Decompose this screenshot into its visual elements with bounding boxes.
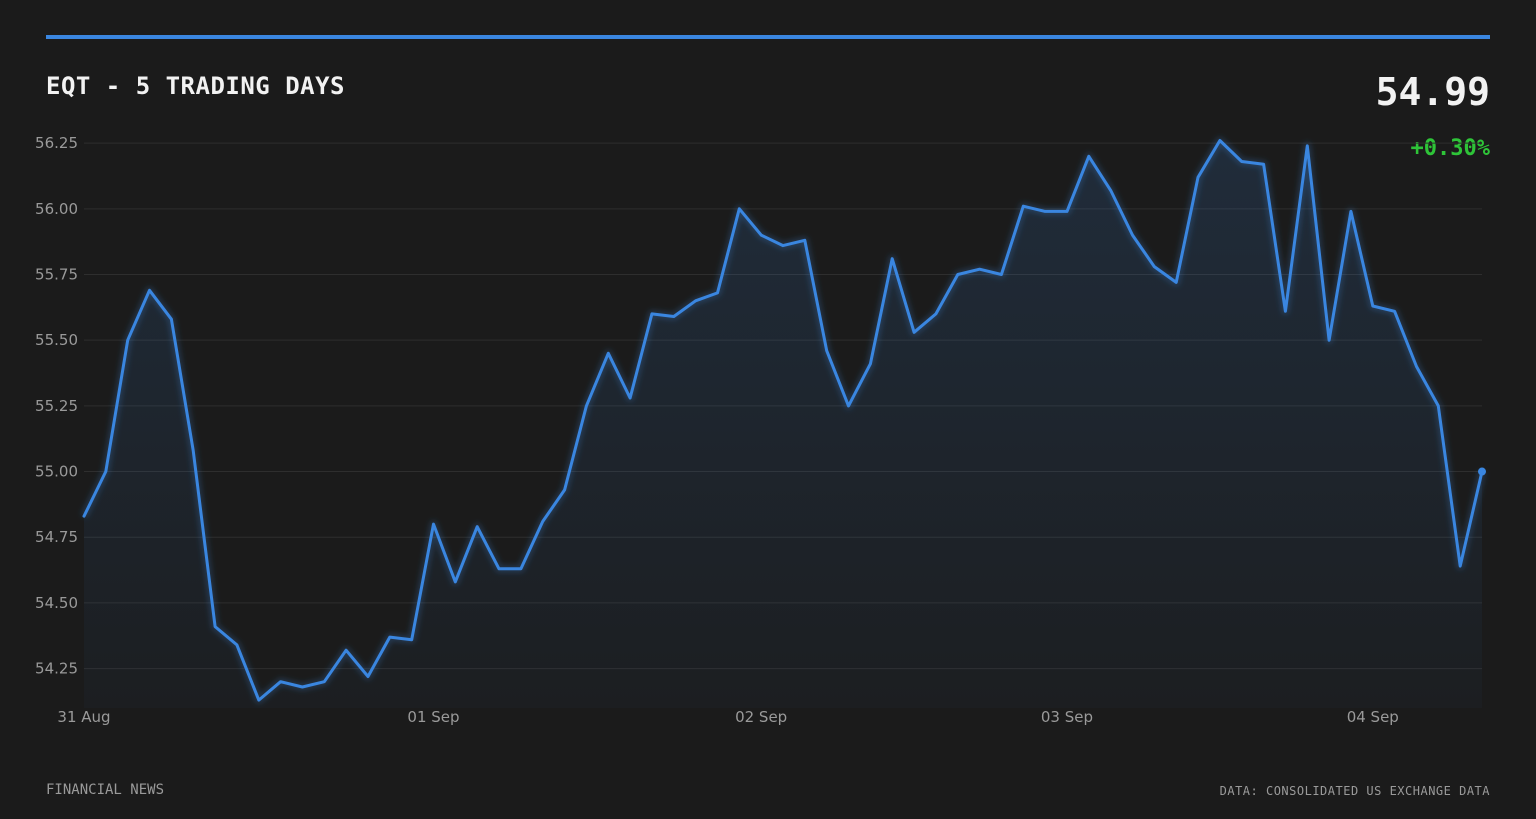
y-tick-label: 54.25	[35, 660, 78, 678]
data-point	[694, 299, 698, 303]
y-tick-label: 55.50	[35, 331, 78, 349]
data-point	[715, 291, 719, 295]
data-point	[803, 238, 807, 242]
data-point	[1458, 564, 1462, 568]
data-point	[825, 349, 829, 353]
data-point	[235, 643, 239, 647]
data-point	[1021, 204, 1025, 208]
data-point	[672, 315, 676, 319]
data-point	[584, 404, 588, 408]
price-chart: 54.25 54.50 54.75 55.00 55.25 55.50 55.75 56.00…	[35, 134, 1486, 726]
data-point	[1414, 364, 1418, 368]
data-point	[344, 648, 348, 652]
data-point	[1327, 338, 1331, 342]
data-point	[322, 680, 326, 684]
data-point	[1262, 162, 1266, 166]
y-tick-label: 56.00	[35, 200, 78, 218]
data-point	[956, 273, 960, 277]
data-point	[1043, 209, 1047, 213]
data-point	[126, 338, 130, 342]
data-point	[279, 680, 283, 684]
x-tick-label: 04 Sep	[1347, 708, 1399, 726]
data-point	[1174, 280, 1178, 284]
data-point	[366, 674, 370, 678]
x-tick-label: 31 Aug	[57, 708, 110, 726]
footer-source-label: FINANCIAL NEWS	[46, 782, 165, 798]
data-point	[1109, 188, 1113, 192]
data-point	[628, 396, 632, 400]
x-tick-label: 01 Sep	[407, 708, 459, 726]
data-point	[1152, 265, 1156, 269]
data-point	[868, 362, 872, 366]
data-point	[759, 233, 763, 237]
data-point	[1065, 209, 1069, 213]
y-tick-label: 54.50	[35, 594, 78, 612]
data-point	[191, 449, 195, 453]
y-tick-label: 55.25	[35, 397, 78, 415]
data-point	[257, 698, 261, 702]
data-point	[541, 519, 545, 523]
data-point	[999, 273, 1003, 277]
data-point	[934, 312, 938, 316]
data-point	[606, 351, 610, 355]
data-point	[650, 312, 654, 316]
data-point	[1131, 233, 1135, 237]
data-point	[1283, 309, 1287, 313]
data-point	[912, 330, 916, 334]
data-point	[1436, 404, 1440, 408]
x-tick-label: 03 Sep	[1041, 708, 1093, 726]
data-point	[148, 288, 152, 292]
data-point	[781, 244, 785, 248]
data-point	[388, 635, 392, 639]
data-point	[432, 522, 436, 526]
data-point	[1240, 160, 1244, 164]
data-point	[1305, 144, 1309, 148]
data-point	[453, 580, 457, 584]
data-point	[410, 638, 414, 642]
y-tick-label: 54.75	[35, 528, 78, 546]
data-point	[563, 488, 567, 492]
data-point	[169, 317, 173, 321]
data-point	[82, 514, 86, 518]
data-point	[519, 567, 523, 571]
last-price-point	[1478, 467, 1486, 476]
data-point	[1087, 154, 1091, 158]
data-point	[1393, 309, 1397, 313]
y-tick-label: 55.00	[35, 463, 78, 481]
data-point	[213, 625, 217, 629]
data-point	[300, 685, 304, 689]
data-point	[737, 207, 741, 211]
data-point	[1196, 175, 1200, 179]
data-point	[1349, 209, 1353, 213]
data-point	[497, 567, 501, 571]
data-point	[1371, 304, 1375, 308]
data-point	[847, 404, 851, 408]
data-point	[890, 257, 894, 261]
data-point	[475, 525, 479, 529]
y-tick-label: 56.25	[35, 134, 78, 152]
footer-data-credit: DATA: CONSOLIDATED US EXCHANGE DATA	[1219, 784, 1490, 798]
data-point	[978, 267, 982, 271]
y-tick-label: 55.75	[35, 266, 78, 284]
x-tick-label: 02 Sep	[735, 708, 787, 726]
data-point	[1218, 139, 1222, 143]
data-point	[104, 470, 108, 474]
